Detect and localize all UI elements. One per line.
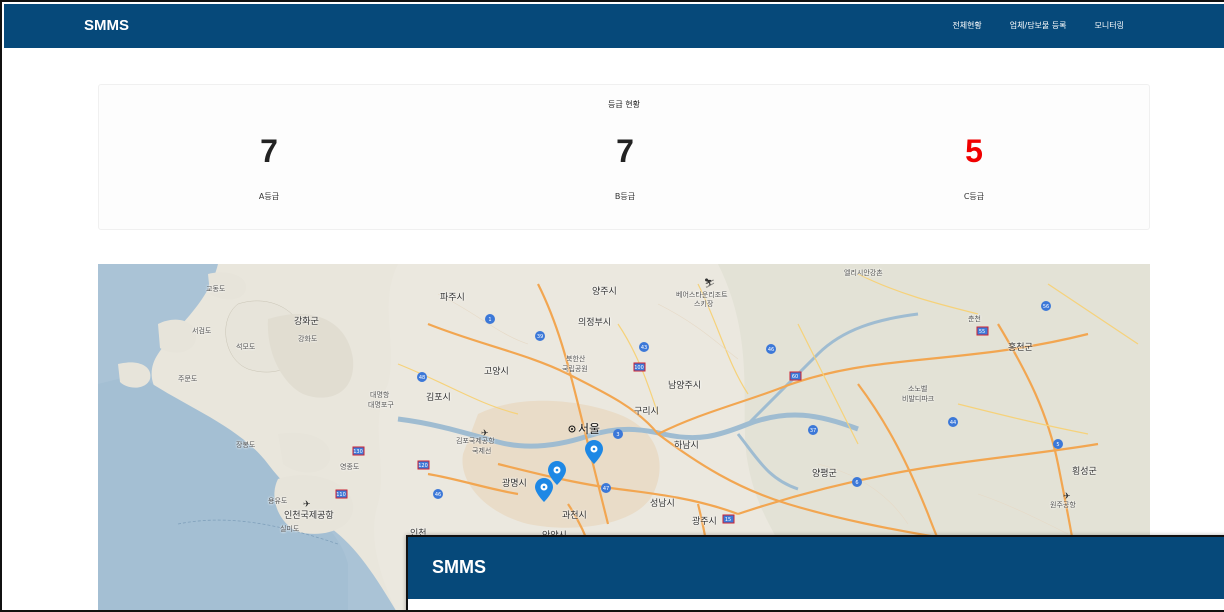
- overlapping-window-navbar: SMMS: [408, 537, 1224, 599]
- svg-text:15: 15: [725, 517, 731, 523]
- map-label-daemyeong: 대명항: [370, 391, 390, 399]
- map-label-chuncheon: 춘천: [968, 315, 981, 323]
- nav-overview[interactable]: 전체현황: [952, 20, 981, 31]
- map-label-paju: 파주시: [440, 293, 465, 303]
- map-label-namyangju: 남양주시: [668, 381, 702, 391]
- map-label-seokmodo: 석모도: [236, 343, 256, 351]
- svg-text:130: 130: [353, 449, 363, 455]
- svg-text:39: 39: [537, 334, 543, 340]
- map-label-vivaldi: 비발디파크: [902, 395, 935, 403]
- grade-c-count: 5: [965, 133, 983, 169]
- svg-text:1: 1: [488, 317, 491, 323]
- map-label-gwangmyeong: 광명시: [502, 479, 527, 489]
- svg-text:37: 37: [810, 428, 816, 434]
- svg-text:60: 60: [792, 374, 798, 380]
- nav-register-company-collateral[interactable]: 업체/담보물 등록: [1010, 20, 1067, 31]
- grade-c: 5 C등급: [914, 133, 1034, 202]
- map-label-elysian: 엘리시안강촌: [844, 269, 883, 277]
- svg-text:55: 55: [979, 329, 985, 335]
- svg-text:3: 3: [616, 432, 619, 438]
- map-label-gyodong: 교동도: [206, 285, 226, 293]
- grade-a: 7 A등급: [209, 133, 329, 202]
- nav-monitoring[interactable]: 모니터링: [1095, 20, 1124, 31]
- map-label-bukhansan-park: 국립공원: [562, 365, 588, 373]
- grade-a-label: A등급: [258, 192, 280, 201]
- map-label-hongcheon: 홍천군: [1008, 343, 1033, 353]
- map-label-bukhansan: 북한산: [566, 355, 586, 363]
- map-label-jangbongdo: 장봉도: [236, 441, 256, 449]
- svg-text:44: 44: [950, 420, 956, 426]
- map-label-goyang: 고양시: [484, 367, 509, 377]
- map-label-ganghwa-gun: 강화군: [294, 317, 319, 327]
- svg-text:56: 56: [1043, 304, 1049, 310]
- svg-text:48: 48: [419, 375, 425, 381]
- map-label-gimpo-airport-intl: 국제선: [472, 447, 492, 455]
- browser-viewport: SMMS 전체현황 업체/담보물 등록 모니터링 등급 현황 7 A등급 7 B…: [0, 0, 1224, 612]
- location-marker-pin[interactable]: [585, 440, 603, 466]
- map-label-ski: 스키장: [694, 300, 714, 308]
- map-label-seoul: 서울: [578, 422, 601, 436]
- svg-text:100: 100: [634, 365, 644, 371]
- svg-text:46: 46: [768, 347, 774, 353]
- grade-b-count: 7: [616, 133, 634, 169]
- map-label-hoengseong: 횡성군: [1072, 467, 1097, 477]
- map-label-gwangju: 광주시: [692, 517, 717, 527]
- grade-c-label: C등급: [963, 192, 985, 201]
- brand-logo[interactable]: SMMS: [84, 17, 129, 34]
- map-label-yangpyeong: 양평군: [812, 469, 837, 479]
- svg-text:46: 46: [435, 492, 441, 498]
- grade-summary-card: 등급 현황 7 A등급 7 B등급 5 C등급: [98, 84, 1150, 230]
- location-marker-pin[interactable]: [535, 478, 553, 504]
- map-label-sonovel: 소노벨: [908, 385, 928, 393]
- svg-text:⛷: ⛷: [704, 278, 715, 289]
- map-label-seogeomdo: 서검도: [192, 327, 212, 335]
- svg-text:6: 6: [855, 480, 858, 486]
- svg-text:47: 47: [603, 486, 609, 492]
- map-label-silmido: 실미도: [280, 525, 300, 533]
- main-nav: 전체현황 업체/담보물 등록 모니터링: [952, 20, 1124, 31]
- grade-a-count: 7: [260, 133, 278, 169]
- map-label-ganghwa-do: 강화도: [298, 335, 318, 343]
- map-label-yongyudo: 용유도: [268, 497, 288, 505]
- overlapping-window-brand[interactable]: SMMS: [432, 557, 486, 578]
- map-label-incheon-airport: 인천국제공항: [284, 511, 334, 521]
- grade-b: 7 B등급: [565, 133, 685, 202]
- map-label-hanam: 하남시: [674, 441, 699, 451]
- map-label-daemyeong-port: 대명포구: [368, 401, 394, 409]
- grade-b-label: B등급: [614, 192, 636, 201]
- map-label-yangju: 양주시: [592, 287, 617, 297]
- map-label-gimpo-airport: 김포국제공항: [456, 437, 495, 445]
- svg-text:110: 110: [336, 492, 346, 498]
- map-label-wonju-airport: 원주공항: [1050, 501, 1076, 509]
- svg-text:43: 43: [641, 345, 647, 351]
- top-navbar: SMMS 전체현황 업체/담보물 등록 모니터링: [4, 4, 1224, 48]
- overlapping-window[interactable]: SMMS: [406, 535, 1224, 610]
- map-label-gimpo: 김포시: [426, 393, 451, 403]
- map-label-uijeongbu: 의정부시: [578, 318, 612, 328]
- svg-text:120: 120: [418, 463, 428, 469]
- grade-summary-title: 등급 현황: [608, 100, 640, 109]
- map-label-yeongjong: 영종도: [340, 463, 360, 471]
- svg-text:5: 5: [1056, 442, 1059, 448]
- map-label-seongnam: 성남시: [650, 499, 675, 509]
- map-label-jumundo: 주문도: [178, 375, 198, 383]
- map-label-gwacheon: 과천시: [562, 511, 587, 521]
- map-label-guri: 구리시: [634, 407, 659, 417]
